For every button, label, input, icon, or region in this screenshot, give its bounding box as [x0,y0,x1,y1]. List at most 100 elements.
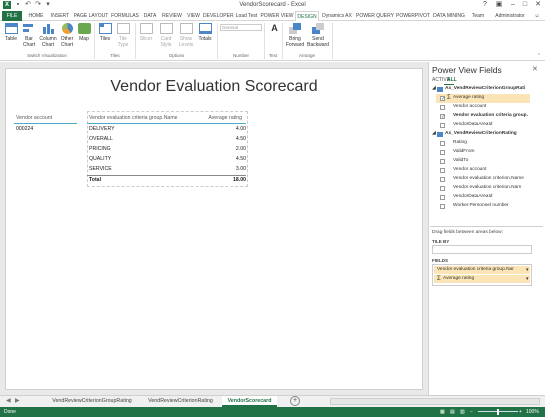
zoom-out-icon[interactable]: − [470,407,473,417]
field-label[interactable]: Vendor account [453,166,529,174]
field-label[interactable]: Vendor evaluation criterion.Name [453,175,529,183]
normal-view-icon[interactable]: ▦ [440,407,445,417]
show-levels-button[interactable]: Show Levels [177,23,195,48]
average-rating-header[interactable]: Average rating [196,115,242,121]
field-checkbox[interactable] [440,168,445,173]
zoom-level[interactable]: 100% [526,407,539,417]
field-well-item[interactable]: Vendor evaluation criteria group.Nar [437,266,525,274]
tab-formulas[interactable]: FORMULAS [110,11,140,21]
field-well-dropdown-icon[interactable]: ▾ [526,266,529,274]
field-checkbox[interactable] [440,105,445,110]
field-label[interactable]: VendorDataAreaId [453,193,529,201]
field-checkbox[interactable] [440,150,445,155]
tab-power-view[interactable]: POWER VIEW [260,11,294,21]
other-chart-icon [61,23,73,34]
tile-type-button[interactable]: Tile Type [114,23,132,48]
bar-chart-button[interactable]: Bar Chart [20,23,38,48]
tab-dynamics-ax[interactable]: Dynamics AX [320,11,354,21]
column-chart-button[interactable]: Column Chart [38,23,58,48]
field-label[interactable]: VendorDataAreaId [453,121,529,129]
tab-page-layout[interactable]: PAGE LAYOUT [73,11,109,21]
tab-home[interactable]: HOME [25,11,47,21]
field-label[interactable]: Rating [453,139,529,147]
maximize-icon[interactable]: □ [518,0,532,10]
field-checkbox[interactable] [440,177,445,182]
field-checkbox[interactable] [440,141,445,146]
card-style-button[interactable]: Card Style [157,23,175,48]
tile-type-icon [116,23,130,34]
font-icon: A [271,23,278,33]
field-label[interactable]: Vendor account [453,103,529,111]
prev-sheet-icon[interactable]: ◀ [6,397,11,404]
tab-review[interactable]: REVIEW [160,11,184,21]
next-sheet-icon[interactable]: ▶ [15,397,20,404]
tab-view[interactable]: VIEW [185,11,202,21]
group-separator [94,23,95,59]
field-checkbox[interactable]: ✓ [440,114,445,120]
field-label[interactable]: Vendor evaluation criteria group. [453,112,529,120]
field-group-title[interactable]: Ax_VendReviewCriterionGroupRati [445,85,530,93]
zoom-in-icon[interactable]: + [519,407,522,417]
field-checkbox[interactable]: ✓ [440,96,445,102]
collapse-ribbon-icon[interactable]: ⌃ [537,53,541,59]
report-title[interactable]: Vendor Evaluation Scorecard [5,78,423,96]
tab-insert[interactable]: INSERT [48,11,72,21]
close-pane-icon[interactable]: ✕ [532,65,538,73]
field-well-item[interactable]: Average rating [443,275,523,283]
slicer-button[interactable]: Slicer [138,23,154,42]
page-break-icon[interactable]: ▥ [460,407,465,417]
tab-developer[interactable]: DEVELOPER [203,11,234,21]
text-font-button[interactable]: A [268,23,280,36]
field-checkbox[interactable] [440,195,445,200]
totals-button[interactable]: Totals [196,23,214,42]
expand-group-icon[interactable]: ◢ [432,131,436,136]
zoom-slider-thumb[interactable] [497,409,499,415]
field-checkbox[interactable] [440,123,445,128]
field-label[interactable]: Worker.Personnel number [453,202,529,210]
table-button[interactable]: Table [2,23,20,42]
field-checkbox[interactable] [440,204,445,209]
horizontal-scrollbar[interactable] [330,398,540,405]
tab-file[interactable]: FILE [2,11,22,21]
tab-team[interactable]: Team [469,11,487,21]
field-label[interactable]: Vendor evaluation criterion.Nam [453,184,529,192]
field-label[interactable]: ValidTo [453,157,529,165]
field-group-title[interactable]: Ax_VendReviewCriterionRating [445,130,530,138]
number-format-dropdown[interactable]: General [220,24,262,31]
field-label[interactable]: ValidFrom [453,148,529,156]
vendor-account-value[interactable]: 000224 [16,126,33,132]
criteria-group-header[interactable]: Vendor evaluation criteria group.Name [89,115,199,121]
map-button[interactable]: Map [76,23,92,42]
tab-load-test[interactable]: Load Test [234,11,259,21]
sheet-tab[interactable]: VendReviewCriterionRating [142,396,219,407]
tab-power-query[interactable]: POWER QUERY [355,11,395,21]
add-sheet-icon[interactable]: + [290,396,300,406]
tab-all[interactable]: ALL [447,77,457,83]
header-divider [87,123,246,124]
ribbon-display-icon[interactable]: ▣ [492,0,506,10]
expand-group-icon[interactable]: ◢ [432,86,436,91]
tab-powerpivot[interactable]: POWERPIVOT [396,11,430,21]
other-chart-button[interactable]: Other Chart [58,23,76,48]
title-bar: X ▪ ↶ ↷ ▾ VendorScorecard - Excel ? ▣ – … [0,0,545,11]
tile-by-drop-zone[interactable] [432,245,532,254]
bring-forward-button[interactable]: Bring Forward [284,23,306,48]
sheet-tab[interactable]: VendReviewCriterionGroupRating [45,396,139,407]
close-icon[interactable]: ✕ [531,0,545,10]
tab-data-mining[interactable]: DATA MINING [430,11,468,21]
user-avatar-icon[interactable]: ☺ [532,11,542,21]
page-layout-icon[interactable]: ▤ [450,407,455,417]
group-options: Options [168,53,185,58]
sheet-tab-active[interactable]: VendorScorecard [222,396,277,407]
user-name[interactable]: Administrator [490,11,530,21]
field-checkbox[interactable] [440,159,445,164]
help-icon[interactable]: ? [478,0,492,10]
tiles-button[interactable]: Tiles [97,23,113,42]
tiles-icon [98,23,112,34]
field-label[interactable]: Average rating [453,94,529,102]
vendor-account-header[interactable]: Vendor account [16,115,52,121]
field-checkbox[interactable] [440,186,445,191]
field-well-dropdown-icon[interactable]: ▾ [526,275,529,283]
tab-data[interactable]: DATA [141,11,159,21]
send-backward-button[interactable]: Send Backward [306,23,330,48]
